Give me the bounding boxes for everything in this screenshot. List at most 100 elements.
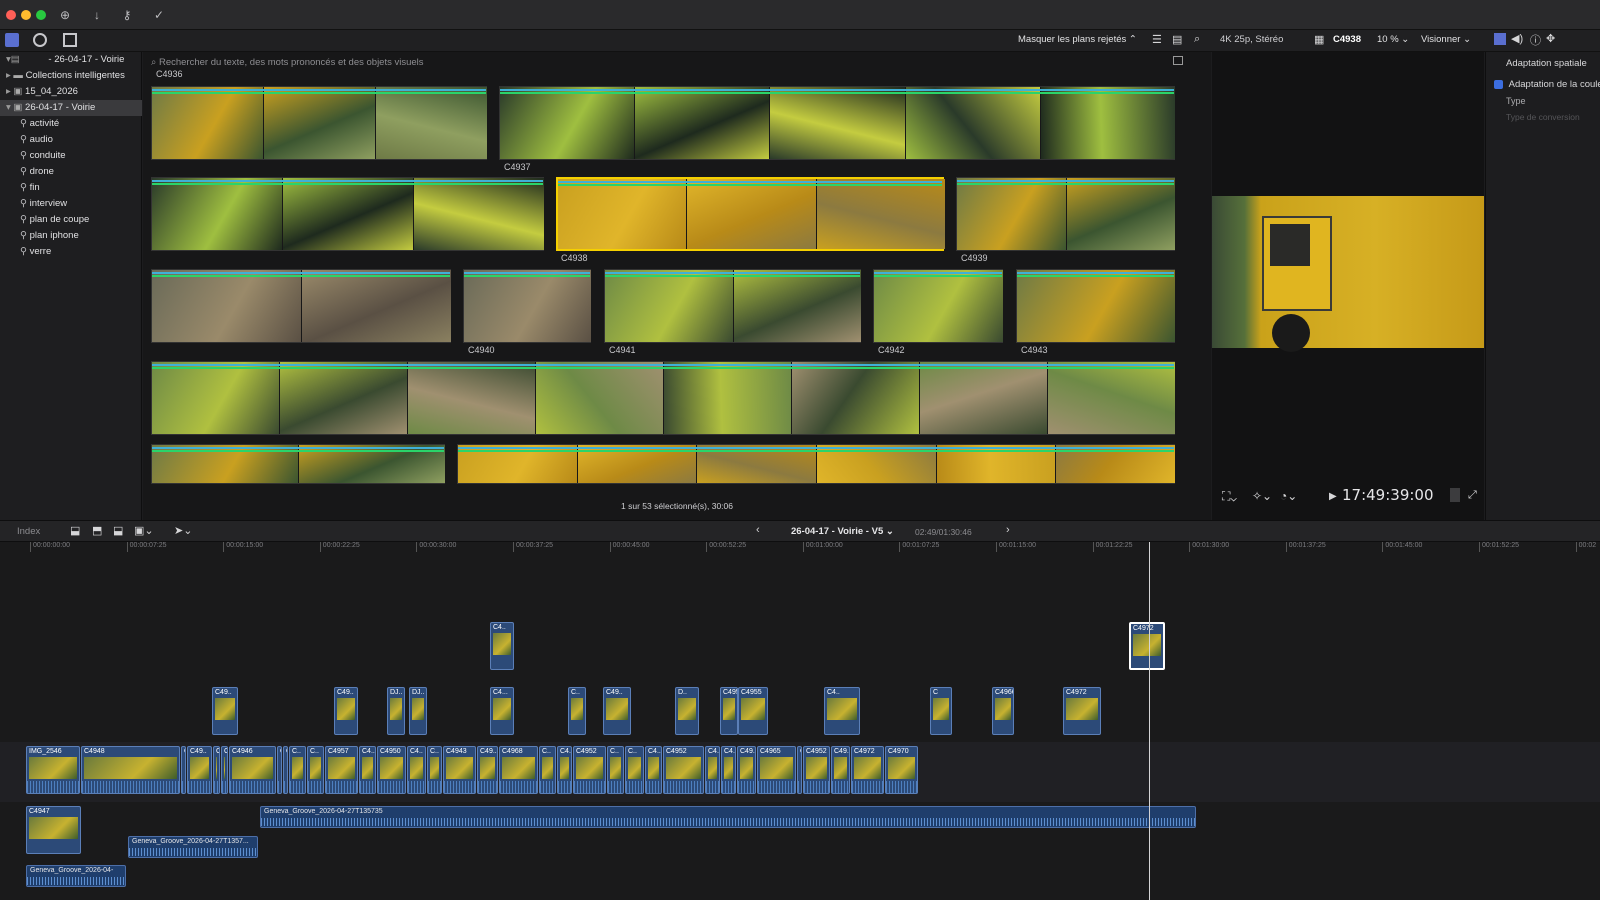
timeline-clip[interactable]: C4952 xyxy=(573,746,606,794)
import-icon[interactable]: ↓ xyxy=(88,7,106,23)
clip-appearance-icon[interactable]: ▤ xyxy=(1172,33,1182,46)
forward-arrow-icon[interactable]: › xyxy=(1006,524,1010,536)
sidebar-keyword[interactable]: ⚲ activité xyxy=(0,116,142,132)
playhead[interactable] xyxy=(1149,542,1150,900)
timeline-clip[interactable]: C49.. xyxy=(737,746,756,794)
browser-clip[interactable] xyxy=(1016,269,1175,343)
connected-clip[interactable]: C4955 xyxy=(738,687,768,735)
checkbox-checked[interactable] xyxy=(1494,79,1503,89)
timeline-clip[interactable]: C xyxy=(181,746,186,794)
browser-clip[interactable] xyxy=(873,269,1003,343)
timeline-clip[interactable]: C4.. xyxy=(407,746,426,794)
list-view-icon[interactable]: ☰ xyxy=(1152,33,1162,46)
minimize-window-button[interactable] xyxy=(21,10,31,20)
timeline-clip[interactable]: C xyxy=(277,746,282,794)
timeline-clip[interactable]: C4946 xyxy=(229,746,276,794)
sidebar-item-smart-collections[interactable]: ▸ ▬ Collections intelligentes xyxy=(0,68,142,84)
connected-clip[interactable]: C49.. xyxy=(603,687,631,735)
sidebar-keyword[interactable]: ⚲ verre xyxy=(0,244,142,260)
titles-icon[interactable] xyxy=(63,33,77,47)
connected-clip[interactable]: DJ.. xyxy=(387,687,405,735)
viewer-frame[interactable] xyxy=(1212,196,1484,352)
timeline-clip[interactable]: C.. xyxy=(289,746,306,794)
overwrite-icon[interactable]: ⬓ xyxy=(113,524,123,537)
browser-clip[interactable] xyxy=(151,444,445,484)
sidebar-item-event-15-04[interactable]: ▸ ▣ 15_04_2026 xyxy=(0,84,142,100)
timeline-clip[interactable]: C4948 xyxy=(81,746,180,794)
sidebar-keyword[interactable]: ⚲ plan iphone xyxy=(0,228,142,244)
connected-clip[interactable]: C4947 xyxy=(26,806,81,854)
timeline-clip[interactable]: C xyxy=(797,746,802,794)
key-icon[interactable]: ⚷ xyxy=(118,7,136,23)
browser-search[interactable]: ⌕ Rechercher du texte, des mots prononcé… xyxy=(151,56,1181,70)
index-button[interactable]: Index xyxy=(17,526,40,537)
add-icon[interactable]: ⊕ xyxy=(56,7,74,23)
search-icon[interactable]: ⌕ xyxy=(1194,33,1200,46)
timeline-clip[interactable]: IMG_2546 xyxy=(26,746,80,794)
timeline-clip[interactable]: C xyxy=(283,746,288,794)
back-arrow-icon[interactable]: ‹ xyxy=(756,524,760,536)
connected-clip[interactable]: C4... xyxy=(490,687,514,735)
append-icon[interactable]: ⬓ xyxy=(70,524,80,537)
timeline-clip[interactable]: C4952 xyxy=(803,746,830,794)
connected-clip[interactable]: C4972 xyxy=(1129,622,1165,670)
inspector-video-icon[interactable] xyxy=(1494,33,1506,45)
color-conform-row[interactable]: Adaptation de la couleur xyxy=(1494,79,1600,90)
timeline-clip[interactable]: C4957 xyxy=(325,746,358,794)
inspector-transform-icon[interactable]: ✥ xyxy=(1546,32,1555,45)
speed-icon[interactable]: ◔⌄ xyxy=(1280,489,1297,503)
fullscreen-icon[interactable]: ⤢ xyxy=(1468,489,1477,502)
connected-clip[interactable]: D.. xyxy=(675,687,699,735)
timeline-ruler[interactable]: 00:00:00:00 00:00:07:25 00:00:15:00 00:00:2… xyxy=(0,542,1600,554)
filmstrip-toggle-icon[interactable] xyxy=(1173,56,1183,65)
hide-rejected-menu[interactable]: Masquer les plans rejetés ⌃ xyxy=(1018,34,1137,45)
browser-clip[interactable] xyxy=(151,86,487,160)
browser-clip[interactable] xyxy=(604,269,861,343)
connected-clip[interactable]: C4972 xyxy=(1063,687,1101,735)
sidebar-item-event-voirie[interactable]: ▾ ▣ 26-04-17 - Voirie xyxy=(0,100,142,116)
connected-clip[interactable]: C xyxy=(930,687,952,735)
timeline-clip[interactable]: C49.. xyxy=(831,746,850,794)
timeline-clip[interactable]: C.. xyxy=(625,746,644,794)
sidebar-keyword[interactable]: ⚲ drone xyxy=(0,164,142,180)
timecode-display[interactable]: 17:49:39:00 xyxy=(1342,486,1434,504)
zoom-window-button[interactable] xyxy=(36,10,46,20)
timeline-clip[interactable]: C49.. xyxy=(187,746,212,794)
timeline-clip[interactable]: C4965 xyxy=(757,746,796,794)
sidebar-keyword[interactable]: ⚲ fin xyxy=(0,180,142,196)
timeline-clip[interactable]: C.. xyxy=(607,746,624,794)
browser-clip[interactable] xyxy=(556,177,945,251)
timeline-clip[interactable]: C4.. xyxy=(645,746,662,794)
conversion-type-field[interactable]: Type de conversion xyxy=(1506,112,1580,122)
browser-clip[interactable] xyxy=(151,177,544,251)
inspector-audio-icon[interactable]: ◀) xyxy=(1511,32,1523,45)
select-tool-icon[interactable]: ➤⌄ xyxy=(174,524,192,537)
timeline-clip[interactable]: C4972 xyxy=(851,746,884,794)
project-menu[interactable]: 26-04-17 - Voirie - V5 ⌄ xyxy=(791,526,894,537)
sidebar-keyword[interactable]: ⚲ plan de coupe xyxy=(0,212,142,228)
timeline-clip[interactable]: C4968 xyxy=(499,746,538,794)
connected-clip[interactable]: C4966 xyxy=(992,687,1014,735)
disclosure-icon[interactable]: ▸ xyxy=(6,86,11,97)
insert-icon[interactable]: ⬒ xyxy=(92,524,102,537)
timeline-clip[interactable]: C49.. xyxy=(477,746,498,794)
zoom-menu[interactable]: 10 % ⌄ xyxy=(1377,34,1409,45)
inspector-info-icon[interactable]: ⓘ xyxy=(1530,32,1541,48)
close-window-button[interactable] xyxy=(6,10,16,20)
connected-clip[interactable]: C4.. xyxy=(824,687,860,735)
timeline-clip[interactable]: C4.. xyxy=(705,746,720,794)
connected-clip[interactable]: C4955 xyxy=(720,687,738,735)
library-title[interactable]: ▾▤ - 26-04-17 - Voirie xyxy=(0,52,142,68)
sidebar-keyword[interactable]: ⚲ audio xyxy=(0,132,142,148)
disclosure-icon[interactable]: ▸ xyxy=(6,70,11,81)
timeline-clip[interactable]: C.. xyxy=(427,746,442,794)
timeline-clip[interactable]: C4943 xyxy=(443,746,476,794)
sidebar-keyword[interactable]: ⚲ interview xyxy=(0,196,142,212)
photos-icon[interactable] xyxy=(33,33,47,47)
connected-clip[interactable]: DJ.. xyxy=(409,687,427,735)
play-button[interactable]: ▶ xyxy=(1329,491,1337,502)
view-menu[interactable]: Visionner ⌄ xyxy=(1421,34,1471,45)
check-icon[interactable]: ✓ xyxy=(150,7,168,23)
browser-clip[interactable] xyxy=(457,444,1175,484)
audio-clip[interactable]: Geneva_Groove_2026-04-27T1357... xyxy=(128,836,258,858)
